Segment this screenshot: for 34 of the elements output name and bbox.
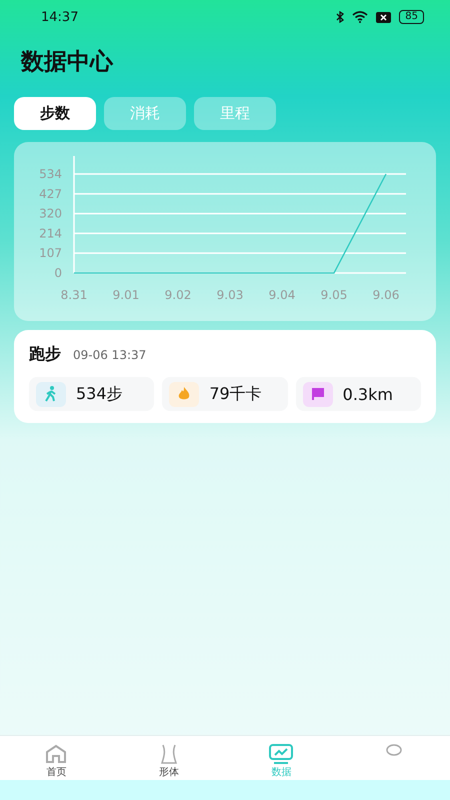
page-title: 数据中心 (21, 48, 114, 77)
circle-icon (386, 744, 402, 756)
x-tick-label: 9.01 (112, 288, 140, 302)
x-tick-label: 9.04 (268, 288, 296, 302)
bluetooth-icon (336, 11, 344, 23)
stat-value: 0.3km (342, 384, 393, 404)
status-time: 14:37 (41, 10, 78, 24)
home-icon (45, 744, 68, 764)
nav-label[interactable]: 形体 (158, 765, 179, 779)
chart-icon (269, 744, 294, 764)
stat-value: 79千卡 (209, 384, 262, 404)
sim-off-icon (376, 12, 392, 22)
flag-icon (312, 388, 324, 400)
y-tick-label: 0 (54, 266, 62, 280)
flame-icon (178, 387, 190, 401)
wifi-icon (352, 11, 368, 23)
x-tick-label: 9.05 (320, 288, 348, 302)
y-tick-label: 534 (39, 167, 62, 181)
y-tick-label: 320 (39, 206, 62, 221)
x-tick-label: 9.03 (216, 288, 244, 302)
record-title: 跑步 (29, 344, 61, 365)
x-tick-label: 9.06 (372, 288, 400, 302)
x-tick-label: 9.02 (164, 288, 192, 302)
tab[interactable]: 步数 (14, 97, 96, 130)
battery-level: 85 (399, 10, 424, 24)
record-time: 09-06 13:37 (73, 348, 146, 362)
x-tick-label: 8.31 (60, 288, 88, 302)
walking-icon (44, 386, 58, 402)
stat-value: 534步 (76, 384, 123, 404)
y-tick-label: 427 (39, 186, 62, 201)
y-tick-label: 214 (39, 226, 62, 240)
nav-label[interactable]: 首页 (46, 765, 66, 779)
y-tick-label: 107 (39, 246, 62, 260)
torso-icon (160, 744, 178, 764)
